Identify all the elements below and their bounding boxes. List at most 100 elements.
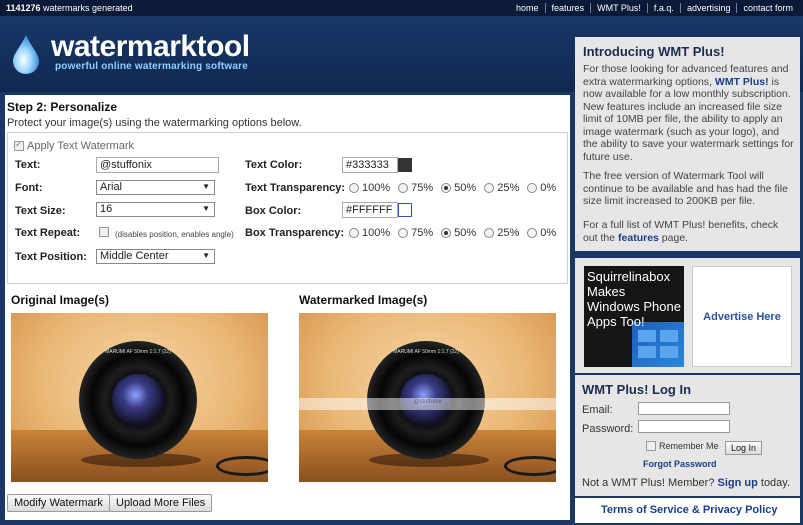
watermark-counter: 1141276 watermarks generated (6, 3, 133, 13)
step-subtitle: Protect your image(s) using the watermar… (7, 117, 302, 129)
nav-advertising[interactable]: advertising (679, 3, 737, 13)
water-drop-icon (13, 35, 39, 74)
text-transparency-50[interactable]: 50% (441, 182, 476, 194)
nav-contact[interactable]: contact form (736, 3, 799, 13)
option-label: 25% (497, 182, 520, 194)
lens-ring (504, 456, 556, 476)
size-select[interactable]: 16 ▼ (96, 202, 215, 217)
wmt-plus-link[interactable]: WMT Plus! (715, 76, 769, 88)
size-value: 16 (100, 203, 113, 215)
option-label: 75% (411, 182, 434, 194)
advertise-here-ad[interactable]: Advertise Here (692, 266, 792, 367)
box-color-swatch[interactable] (398, 203, 412, 217)
option-label: 50% (454, 182, 477, 194)
box-transparency-50[interactable]: 50% (441, 227, 476, 239)
counter-suffix: watermarks generated (40, 3, 133, 13)
radio-button[interactable] (349, 183, 359, 193)
text-transparency-group: 100% 75% 50% 25% 0% (349, 182, 556, 194)
features-link[interactable]: features (618, 232, 659, 244)
option-label: 25% (497, 227, 520, 239)
size-label: Text Size: (15, 205, 66, 217)
repeat-label: Text Repeat: (15, 227, 81, 239)
login-title: WMT Plus! Log In (582, 382, 692, 397)
password-label: Password: (582, 423, 634, 435)
font-select[interactable]: Arial ▼ (96, 180, 215, 195)
text-transparency-25[interactable]: 25% (484, 182, 519, 194)
intro-text: page. (658, 231, 689, 244)
box-transparency-75[interactable]: 75% (398, 227, 433, 239)
email-field[interactable] (638, 402, 730, 415)
repeat-checkbox[interactable] (99, 227, 109, 237)
box-transparency-label: Box Transparency: (245, 227, 345, 239)
watermarked-image: MARUMI AF 50mm 1:1.7 (22) @stuffonix (299, 313, 556, 482)
nav-features[interactable]: features (544, 3, 591, 13)
email-label: Email: (582, 404, 613, 416)
text-transparency-75[interactable]: 75% (398, 182, 433, 194)
radio-button[interactable] (527, 183, 538, 193)
box-transparency-0[interactable]: 0% (527, 227, 556, 239)
box-transparency-25[interactable]: 25% (484, 227, 519, 239)
radio-button[interactable] (441, 228, 452, 238)
option-label: 0% (540, 182, 557, 194)
apply-checkbox[interactable] (14, 139, 24, 151)
terms-link[interactable]: Terms of Service & Privacy Policy (601, 504, 778, 516)
signup-prompt: Not a WMT Plus! Member? Sign up today. (582, 477, 790, 489)
remember-label: Remember Me (659, 441, 719, 451)
apply-label: Apply Text Watermark (27, 140, 134, 152)
intro-paragraph-2: The free version of Watermark Tool will … (583, 170, 788, 207)
password-field[interactable] (638, 420, 730, 433)
site-logo[interactable]: watermarktool (51, 30, 250, 64)
position-label: Text Position: (15, 251, 87, 263)
top-nav: home features WMT Plus! f.a.q. advertisi… (510, 3, 799, 13)
radio-button[interactable] (484, 228, 495, 238)
font-label: Font: (15, 182, 43, 194)
signup-text: Not a WMT Plus! Member? (582, 477, 718, 489)
text-color-input[interactable] (342, 157, 398, 173)
position-value: Middle Center (100, 250, 169, 262)
lens-glass (112, 374, 164, 426)
radio-button[interactable] (484, 183, 495, 193)
text-input[interactable] (96, 157, 219, 173)
chevron-down-icon: ▼ (202, 251, 210, 260)
step-title: Step 2: Personalize (7, 100, 118, 114)
site-tagline: powerful online watermarking software (55, 61, 248, 72)
text-transparency-100[interactable]: 100% (349, 182, 390, 194)
intro-text: is now available for a low monthly subsc… (583, 75, 794, 163)
radio-button[interactable] (349, 228, 359, 238)
box-color-label: Box Color: (245, 205, 302, 217)
nav-home[interactable]: home (510, 3, 545, 13)
nav-wmt-plus[interactable]: WMT Plus! (590, 3, 647, 13)
box-color-input[interactable] (342, 202, 398, 218)
watermark-text: @stuffonix (413, 399, 442, 405)
squirrelinabox-ad[interactable]: Squirrelinabox Makes Windows Phone Apps … (584, 266, 684, 367)
radio-button[interactable] (527, 228, 538, 238)
box-transparency-100[interactable]: 100% (349, 227, 390, 239)
top-bar: 1141276 watermarks generated home featur… (0, 0, 803, 16)
intro-paragraph-1: For those looking for advanced features … (583, 63, 795, 163)
login-button[interactable]: Log In (725, 441, 762, 455)
original-image-title: Original Image(s) (11, 293, 110, 307)
upload-more-files-button[interactable]: Upload More Files (109, 494, 213, 512)
text-transparency-0[interactable]: 0% (527, 182, 556, 194)
chevron-down-icon: ▼ (202, 182, 210, 191)
lens-ring (216, 456, 268, 476)
original-image: MARUMI AF 50mm 1:1.7 (22) (11, 313, 268, 482)
radio-button[interactable] (441, 183, 452, 193)
remember-checkbox[interactable] (646, 441, 656, 451)
wmt-plus-intro: Introducing WMT Plus! For those looking … (575, 37, 800, 251)
radio-button[interactable] (398, 183, 409, 193)
lens-ring-text: MARUMI AF 50mm 1:1.7 (22) (105, 349, 171, 355)
option-label: 0% (540, 227, 557, 239)
radio-button[interactable] (398, 228, 409, 238)
nav-faq[interactable]: f.a.q. (646, 3, 680, 13)
intro-paragraph-3: For a full list of WMT Plus! benefits, c… (583, 219, 795, 244)
modify-watermark-button[interactable]: Modify Watermark (7, 494, 110, 512)
forgot-password-link[interactable]: Forgot Password (643, 459, 717, 469)
text-color-swatch[interactable] (398, 158, 412, 172)
position-select[interactable]: Middle Center ▼ (96, 249, 215, 264)
option-label: 100% (362, 227, 391, 239)
signup-link[interactable]: Sign up (718, 477, 758, 489)
text-transparency-label: Text Transparency: (245, 182, 346, 194)
apply-text-watermark[interactable]: Apply Text Watermark (14, 139, 134, 152)
remember-me[interactable]: Remember Me (646, 441, 719, 451)
